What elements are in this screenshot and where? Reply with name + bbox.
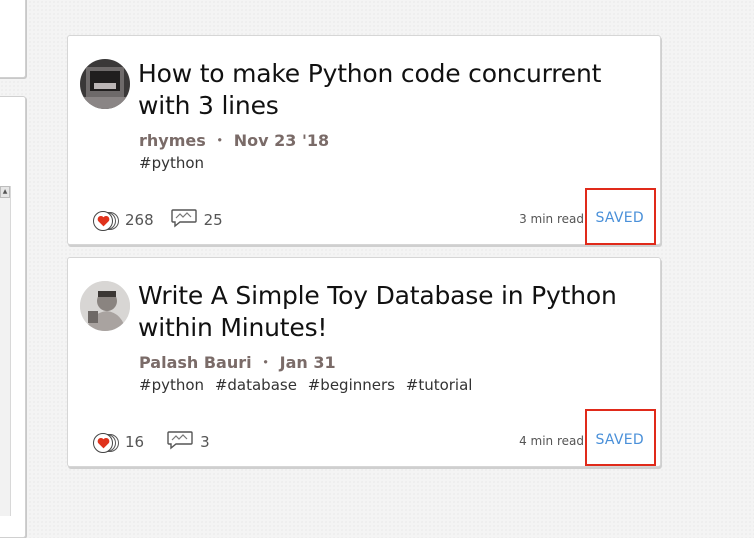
tag-list: #python	[139, 154, 210, 172]
highlight-box	[585, 409, 656, 466]
read-time: 3 min read	[519, 212, 584, 226]
read-time: 4 min read	[519, 434, 584, 448]
comments-count: 25	[203, 211, 223, 229]
reactions-icon[interactable]	[93, 432, 119, 453]
tag-list: #python #database #beginners #tutorial	[139, 376, 478, 394]
scroll-up-arrow[interactable]: ▲	[0, 186, 10, 198]
sidebar-panel-top	[0, 0, 26, 78]
highlight-box	[585, 188, 656, 245]
author-name[interactable]: rhymes	[139, 131, 206, 150]
publish-date: Nov 23 '18	[233, 131, 330, 150]
meta-separator: ・	[257, 353, 274, 372]
article-title[interactable]: Write A Simple Toy Database in Python wi…	[138, 280, 638, 344]
comment-icon[interactable]	[166, 430, 194, 454]
comment-icon[interactable]	[170, 208, 198, 232]
engagement-bar: 268 25	[93, 208, 223, 232]
tag[interactable]: #database	[215, 376, 297, 394]
tag[interactable]: #tutorial	[406, 376, 473, 394]
meta-separator: ・	[211, 131, 228, 150]
author-avatar[interactable]	[80, 59, 130, 109]
comments-count: 3	[200, 433, 210, 451]
reactions-icon[interactable]	[93, 210, 119, 231]
article-title[interactable]: How to make Python code concurrent with …	[138, 58, 638, 122]
author-name[interactable]: Palash Bauri	[139, 353, 252, 372]
author-avatar[interactable]	[80, 281, 130, 331]
engagement-bar: 16 3	[93, 430, 210, 454]
tag[interactable]: #beginners	[308, 376, 395, 394]
tag[interactable]: #python	[139, 154, 204, 172]
scrollbar[interactable]: ▲	[0, 186, 11, 516]
article-card[interactable]: How to make Python code concurrent with …	[67, 35, 661, 245]
reactions-count: 16	[125, 433, 145, 451]
article-meta: rhymes ・ Nov 23 '18	[139, 127, 329, 151]
article-meta: Palash Bauri ・ Jan 31	[139, 349, 336, 373]
reactions-count: 268	[125, 211, 154, 229]
tag[interactable]: #python	[139, 376, 204, 394]
article-card[interactable]: Write A Simple Toy Database in Python wi…	[67, 257, 661, 467]
publish-date: Jan 31	[279, 353, 336, 372]
